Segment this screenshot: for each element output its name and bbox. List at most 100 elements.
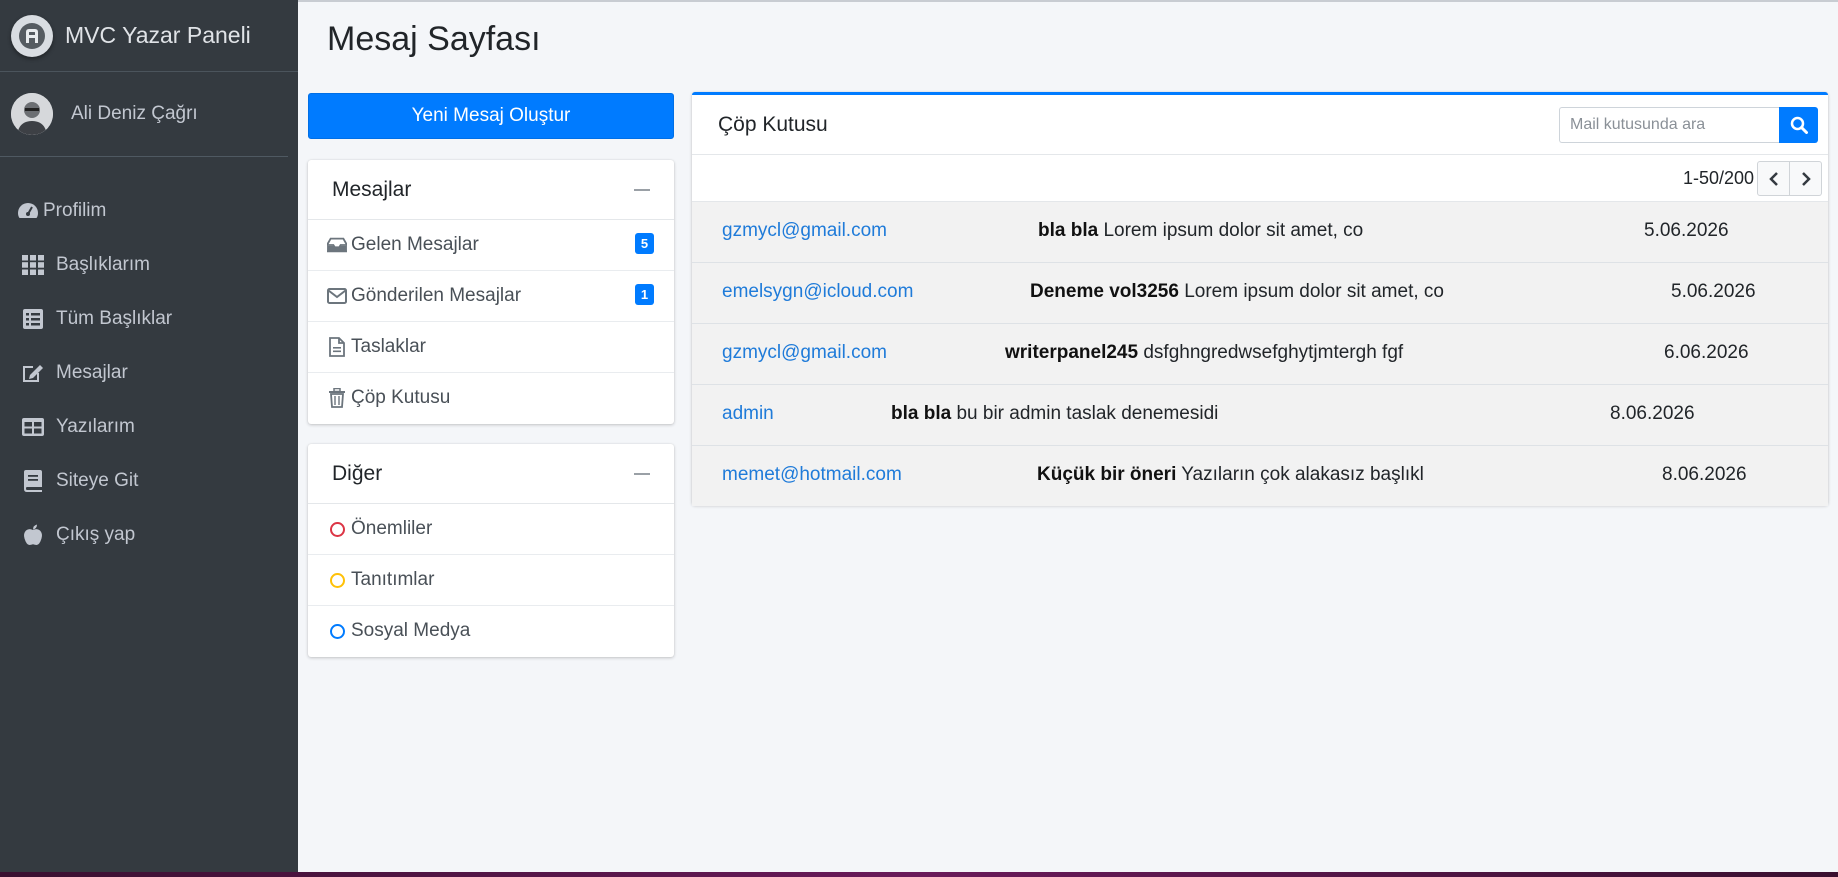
search-group xyxy=(1559,107,1818,143)
main-nav: Profilim Başlıklarım Tüm Başlıklar Mesaj… xyxy=(0,184,298,562)
nav-label: Mesajlar xyxy=(56,362,128,383)
trash-icon xyxy=(327,388,347,408)
search-button[interactable] xyxy=(1779,107,1818,143)
book-icon xyxy=(20,469,46,493)
mail-subject-line: bla bla Lorem ipsum dolor sit amet, co xyxy=(1038,220,1363,242)
brand-title: MVC Yazar Paneli xyxy=(65,22,251,48)
label-text: Önemliler xyxy=(351,518,433,539)
mail-preview: Yazıların çok alakasız başlıkl xyxy=(1181,464,1424,485)
mail-date: 6.06.2026 xyxy=(1664,342,1749,363)
mail-subject: bla bla xyxy=(891,403,952,424)
nav-label: Profilim xyxy=(43,200,107,221)
nav-item-tum-basliklar[interactable]: Tüm Başlıklar xyxy=(0,292,298,346)
table-icon xyxy=(20,415,46,439)
search-icon xyxy=(1790,116,1808,134)
folder-label: Gönderilen Mesajlar xyxy=(351,285,522,306)
mail-date: 8.06.2026 xyxy=(1610,403,1695,424)
folder-item-trash[interactable]: Çöp Kutusu xyxy=(308,373,674,423)
mail-subject: writerpanel245 xyxy=(1005,342,1139,363)
mail-row[interactable]: emelsygn@icloud.com Deneme vol3256 Lorem… xyxy=(692,263,1828,324)
mail-sender[interactable]: admin xyxy=(722,403,774,425)
apple-icon xyxy=(20,523,46,547)
label-item-important[interactable]: Önemliler xyxy=(308,504,674,555)
mail-subject: Deneme vol3256 xyxy=(1030,281,1179,302)
inbox-icon xyxy=(327,235,347,255)
nav-item-profilim[interactable]: Profilim xyxy=(0,184,298,238)
nav-item-basliklarim[interactable]: Başlıklarım xyxy=(0,238,298,292)
nav-label: Çıkış yap xyxy=(56,524,136,545)
mail-row[interactable]: memet@hotmail.com Küçük bir öneri Yazıla… xyxy=(692,446,1828,506)
brand-link[interactable]: MVC Yazar Paneli xyxy=(0,0,298,72)
folder-label: Taslaklar xyxy=(351,336,426,357)
folders-title: Mesajlar xyxy=(332,177,412,201)
mail-row[interactable]: gzmycl@gmail.com writerpanel245 dsfghngr… xyxy=(692,324,1828,385)
mail-preview: Lorem ipsum dolor sit amet, co xyxy=(1184,281,1444,302)
user-name: Ali Deniz Çağrı xyxy=(71,103,198,124)
pager-count: 1-50/200 xyxy=(1682,168,1754,188)
folder-label: Gelen Mesajlar xyxy=(351,234,479,255)
mail-date: 5.06.2026 xyxy=(1644,220,1729,241)
nav-label: Başlıklarım xyxy=(56,254,150,275)
folder-item-drafts[interactable]: Taslaklar xyxy=(308,322,674,373)
file-icon xyxy=(327,337,347,357)
list-icon xyxy=(20,307,46,331)
folders-card: Mesajlar Gelen Mesajlar 5 Gönderilen Mes… xyxy=(308,160,674,424)
sidebar: MVC Yazar Paneli Ali Deniz Çağrı Profili… xyxy=(0,0,298,872)
label-item-promotions[interactable]: Tanıtımlar xyxy=(308,555,674,606)
folders-header: Mesajlar xyxy=(308,160,674,220)
nav-item-mesajlar[interactable]: Mesajlar xyxy=(0,346,298,400)
chevron-left-icon xyxy=(1768,171,1778,186)
mail-sender[interactable]: gzmycl@gmail.com xyxy=(722,342,887,364)
next-page-button[interactable] xyxy=(1790,161,1822,196)
brand-logo-icon xyxy=(11,14,53,57)
pager-buttons xyxy=(1757,161,1822,196)
page-title: Mesaj Sayfası xyxy=(327,20,541,58)
mail-subject: Küçük bir öneri xyxy=(1037,464,1177,485)
labels-header: Diğer xyxy=(308,444,674,504)
window-bottom-edge xyxy=(0,872,1838,877)
mail-subject-line: Küçük bir öneri Yazıların çok alakasız b… xyxy=(1037,464,1424,486)
mail-preview: bu bir admin taslak denemesidi xyxy=(956,403,1219,424)
nav-label: Siteye Git xyxy=(56,470,139,491)
avatar xyxy=(11,93,53,135)
mail-preview: dsfghngredwsefghytjmtergh fgf xyxy=(1143,342,1404,363)
mail-row[interactable]: gzmycl@gmail.com bla bla Lorem ipsum dol… xyxy=(692,202,1828,263)
folder-item-inbox[interactable]: Gelen Mesajlar 5 xyxy=(308,220,674,271)
folder-label: Çöp Kutusu xyxy=(351,387,451,408)
mail-sender[interactable]: gzmycl@gmail.com xyxy=(722,220,887,242)
search-input[interactable] xyxy=(1559,107,1779,143)
gauge-icon xyxy=(15,199,41,223)
mail-subject-line: bla bla bu bir admin taslak denemesidi xyxy=(891,403,1218,425)
nav-label: Tüm Başlıklar xyxy=(56,308,173,329)
mail-row[interactable]: admin bla bla bu bir admin taslak deneme… xyxy=(692,385,1828,446)
mail-sender[interactable]: memet@hotmail.com xyxy=(722,464,902,486)
circle-icon xyxy=(327,519,347,539)
chevron-right-icon xyxy=(1801,171,1811,186)
nav-item-yazilarim[interactable]: Yazılarım xyxy=(0,400,298,454)
mail-subject: bla bla xyxy=(1038,220,1099,241)
sent-count-badge: 1 xyxy=(635,284,654,305)
nav-item-siteye-git[interactable]: Siteye Git xyxy=(0,454,298,508)
collapse-icon[interactable] xyxy=(634,188,650,191)
labels-title: Diğer xyxy=(332,461,383,485)
folder-item-sent[interactable]: Gönderilen Mesajlar 1 xyxy=(308,271,674,322)
edit-icon xyxy=(20,361,46,385)
prev-page-button[interactable] xyxy=(1757,161,1790,196)
grid-icon xyxy=(20,253,46,277)
label-item-social[interactable]: Sosyal Medya xyxy=(308,606,674,656)
mail-sender[interactable]: emelsygn@icloud.com xyxy=(722,281,913,303)
collapse-icon[interactable] xyxy=(634,472,650,475)
user-panel[interactable]: Ali Deniz Çağrı xyxy=(0,72,288,157)
mail-date: 8.06.2026 xyxy=(1662,464,1747,485)
inbox-count-badge: 5 xyxy=(635,233,654,254)
pager-row: 1-50/200 xyxy=(692,155,1828,202)
label-text: Tanıtımlar xyxy=(351,569,435,590)
compose-button[interactable]: Yeni Mesaj Oluştur xyxy=(308,93,674,139)
envelope-icon xyxy=(327,286,347,306)
nav-label: Yazılarım xyxy=(56,416,135,437)
nav-item-cikis-yap[interactable]: Çıkış yap xyxy=(0,508,298,562)
mail-date: 5.06.2026 xyxy=(1671,281,1756,302)
labels-card: Diğer Önemliler Tanıtımlar Sosyal Medya xyxy=(308,444,674,657)
mail-subject-line: writerpanel245 dsfghngredwsefghytjmtergh… xyxy=(1005,342,1403,364)
mailbox-title: Çöp Kutusu xyxy=(718,112,828,136)
